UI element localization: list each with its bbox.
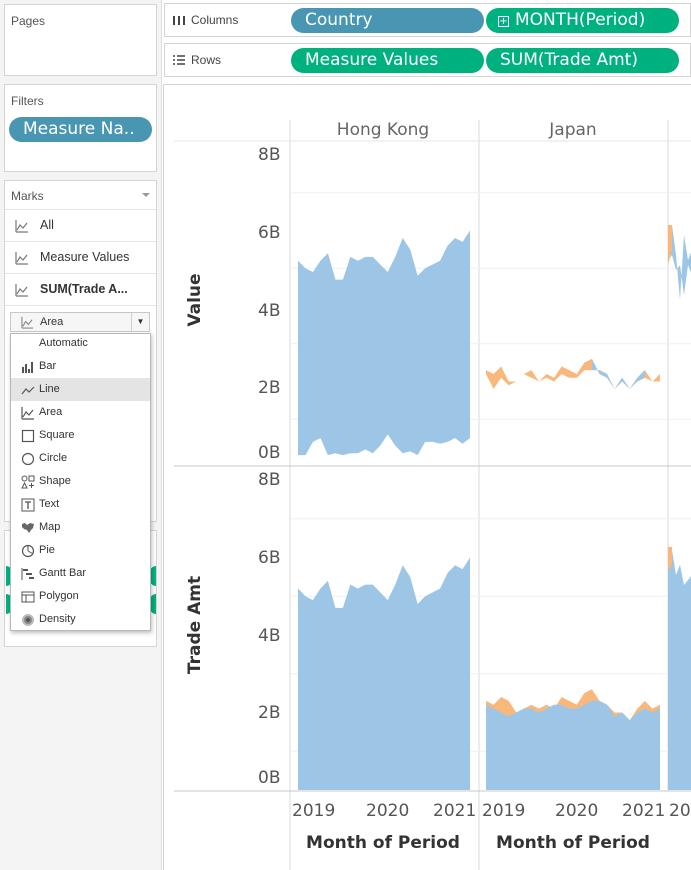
menu-item-map[interactable]: Map [11, 516, 150, 539]
text-icon [21, 498, 35, 512]
marks-caret-icon[interactable] [142, 193, 150, 197]
menu-item-label: Circle [39, 452, 68, 464]
columns-shelf[interactable]: Columns Country + MONTH(Period) [164, 3, 691, 37]
density-icon [22, 614, 34, 626]
line-icon [21, 386, 35, 395]
menu-item-label: Density [39, 613, 76, 625]
shape-icon [21, 475, 35, 489]
bar-icon [22, 362, 33, 373]
area-band [298, 230, 470, 456]
divider [5, 305, 156, 306]
menu-item-pie[interactable]: Pie [11, 539, 150, 562]
mark-type-menu: Automatic Bar Line Area Square Circle Sh… [10, 333, 151, 631]
menu-item-label: Text [39, 498, 60, 510]
area-chart-icon [15, 252, 28, 265]
area-series [298, 557, 470, 790]
menu-item-label: Map [39, 521, 61, 533]
area-chart-icon [21, 316, 34, 329]
menu-item-line[interactable]: Line [11, 378, 150, 401]
menu-item-automatic[interactable]: Automatic [11, 332, 150, 355]
area-band [591, 358, 645, 390]
marks-row-all[interactable]: All [5, 209, 156, 241]
menu-item-label: Shape [39, 475, 71, 487]
menu-item-density[interactable]: Density [11, 608, 150, 631]
polygon-icon [21, 591, 35, 603]
menu-item-label: Line [39, 383, 60, 395]
partial-area [668, 550, 691, 790]
menu-item-label: Bar [39, 360, 57, 372]
pill-sum-trade-amt[interactable]: SUM(Trade Amt) [486, 48, 679, 73]
pill-label: MONTH(Period) [515, 10, 646, 30]
filters-title: Filters [11, 94, 44, 108]
pill-measure-values[interactable]: Measure Values [291, 48, 484, 73]
mark-type-selected: Area [40, 316, 64, 328]
filter-pill-measure-names[interactable]: Measure Na.. [9, 117, 152, 142]
expand-plus-icon[interactable]: + [498, 16, 509, 27]
marks-title: Marks [11, 189, 44, 203]
pill-country[interactable]: Country [291, 8, 484, 33]
marks-row-sum-trade-amt[interactable]: SUM(Trade A... [5, 273, 156, 305]
menu-item-label: Polygon [39, 590, 79, 602]
chart-svg[interactable] [164, 85, 691, 870]
menu-item-label: Gantt Bar [39, 567, 87, 579]
columns-icon [173, 16, 185, 25]
marks-row-label: SUM(Trade A... [40, 282, 128, 296]
pages-card[interactable]: Pages [4, 4, 157, 76]
menu-item-polygon[interactable]: Polygon [11, 585, 150, 608]
menu-item-label: Automatic [39, 337, 88, 349]
menu-item-gantt-bar[interactable]: Gantt Bar [11, 562, 150, 585]
menu-item-square[interactable]: Square [11, 424, 150, 447]
area-icon [21, 407, 34, 420]
marks-row-label: Measure Values [40, 250, 130, 264]
gantt-icon [21, 568, 34, 580]
circle-icon [21, 452, 35, 466]
menu-item-shape[interactable]: Shape [11, 470, 150, 493]
chevron-down-icon[interactable]: ▼ [131, 313, 149, 331]
menu-item-bar[interactable]: Bar [11, 355, 150, 378]
menu-item-label: Area [39, 406, 63, 418]
rows-label: Rows [191, 53, 222, 67]
area-chart-icon [15, 284, 28, 297]
pie-icon [21, 544, 35, 558]
mark-type-dropdown[interactable]: Area ▼ [10, 312, 150, 332]
menu-item-label: Pie [39, 544, 55, 556]
menu-item-circle[interactable]: Circle [11, 447, 150, 470]
columns-label: Columns [191, 13, 239, 27]
rows-icon [173, 55, 185, 65]
partial-area [668, 225, 672, 265]
rows-shelf[interactable]: Rows Measure Values SUM(Trade Amt) [164, 43, 691, 77]
pill-month-period[interactable]: + MONTH(Period) [486, 8, 679, 33]
filters-card[interactable]: Filters Measure Na.. [4, 84, 157, 172]
square-icon [21, 429, 35, 443]
area-chart-icon [15, 220, 28, 233]
marks-row-label: All [40, 218, 54, 232]
pages-title: Pages [11, 14, 46, 28]
menu-item-label: Square [39, 429, 75, 441]
map-icon [22, 523, 34, 533]
chart-view: Hong Kong Japan Value Trade Amt 8B 6B 4B… [163, 84, 691, 870]
marks-row-measure-values[interactable]: Measure Values [5, 241, 156, 273]
menu-item-area[interactable]: Area [11, 401, 150, 424]
menu-item-text[interactable]: Text [11, 493, 150, 516]
